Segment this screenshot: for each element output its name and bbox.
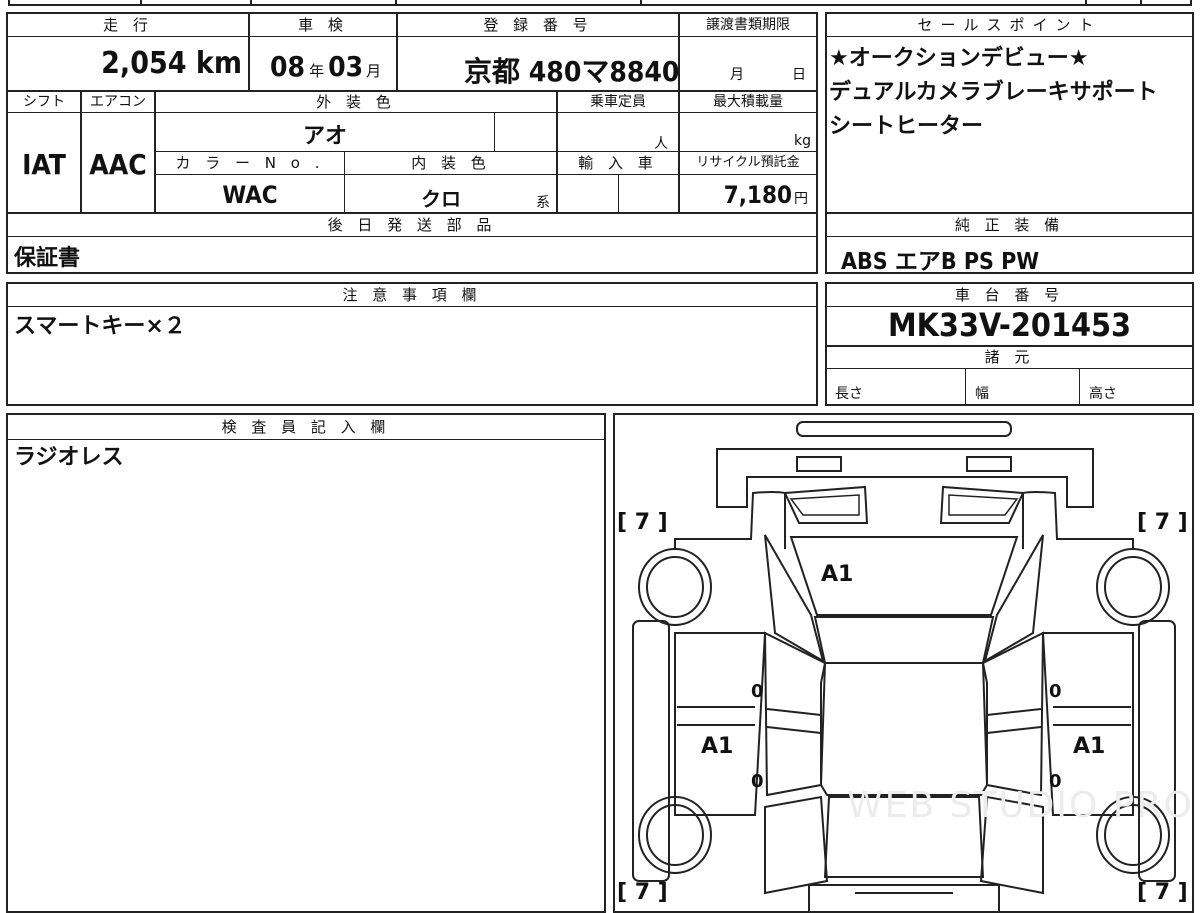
- length-label: 長さ: [835, 386, 863, 402]
- later-parts-value: 保証書: [14, 246, 81, 271]
- aircon-label: エアコン: [90, 94, 146, 110]
- shift-value: IAT: [22, 148, 66, 181]
- specs-label: 諸 元: [984, 348, 1035, 366]
- rear-left-lower-grade: 0: [751, 771, 764, 792]
- deadline-day-unit: 日: [792, 67, 806, 83]
- car-damage-diagram: [ 7 ] [ 7 ] [ 7 ] [ 7 ] A1 0 0 A1 A1 0 0…: [613, 413, 1194, 913]
- sales-point-1: ★オークションデビュー★: [829, 46, 1089, 71]
- front-right-door-grade: 0: [1049, 681, 1062, 702]
- inspector-panel: 検 査 員 記 入 欄 ラジオレス: [6, 413, 606, 913]
- exterior-color-value: アオ: [302, 124, 347, 149]
- windshield-grade: A1: [821, 562, 853, 587]
- inspection-date-value: 08 年 03 月: [270, 50, 382, 83]
- seating-unit: 人: [654, 136, 668, 152]
- registration-label: 登 録 番 号: [483, 16, 593, 34]
- color-no-value: WAC: [222, 181, 278, 209]
- interior-color-label: 内 装 色: [411, 154, 491, 172]
- interior-color-suffix: 系: [536, 195, 550, 211]
- vehicle-info-panel: 走 行 車 検 登 録 番 号 譲渡書類期限 2,054 km 08 年 03 月 京…: [6, 12, 818, 274]
- aircon-value: AAC: [89, 148, 147, 181]
- rear-right-door-grade: A1: [1073, 734, 1105, 759]
- color-no-label: カ ラ ー N o .: [175, 154, 325, 172]
- shift-label: シフト: [23, 94, 65, 110]
- recycle-fee-value: 7,180 円: [723, 181, 808, 209]
- registration-number-value: 京都 480マ8840: [464, 55, 680, 88]
- sales-points-label: セールスポイント: [917, 16, 1102, 34]
- top-strip-divider: [140, 0, 142, 6]
- import-label: 輸 入 車: [578, 154, 658, 172]
- recycle-fee-label: リサイクル預託金: [696, 155, 800, 170]
- top-strip: [8, 0, 1192, 6]
- exterior-color-label: 外 装 色: [316, 93, 396, 111]
- inspector-label: 検 査 員 記 入 欄: [221, 418, 391, 436]
- watermark: WEB STUDIO PRO: [847, 785, 1192, 826]
- notes-value: スマートキー×２: [14, 314, 186, 339]
- sales-points-panel: セールスポイント ★オークションデビュー★ デュアルカメラブレーキサポート シー…: [825, 12, 1194, 275]
- sales-point-2: デュアルカメラブレーキサポート: [829, 80, 1158, 105]
- tire-tread-rear-right: [ 7 ]: [1137, 880, 1188, 905]
- top-strip-divider: [640, 0, 642, 6]
- inspector-note: ラジオレス: [14, 445, 124, 470]
- tire-tread-front-right: [ 7 ]: [1137, 510, 1188, 535]
- tire-tread-front-left: [ 7 ]: [617, 510, 668, 535]
- top-strip-divider: [1085, 0, 1087, 6]
- chassis-no-value: MK33V-201453: [887, 306, 1132, 344]
- tire-tread-rear-left: [ 7 ]: [617, 880, 668, 905]
- deadline-month-unit: 月: [730, 67, 744, 83]
- mileage-label: 走 行: [103, 16, 153, 34]
- max-load-unit: kg: [794, 133, 811, 149]
- inspection-label: 車 検: [298, 16, 348, 34]
- top-strip-divider: [1140, 0, 1142, 6]
- interior-color-value: クロ: [421, 187, 461, 211]
- chassis-no-label: 車 台 番 号: [954, 286, 1065, 304]
- transfer-deadline-label: 譲渡書類期限: [706, 17, 790, 33]
- top-strip-divider: [395, 0, 397, 6]
- width-label: 幅: [975, 386, 989, 402]
- sales-point-3: シートヒーター: [829, 114, 984, 139]
- later-parts-label: 後 日 発 送 部 品: [327, 216, 497, 234]
- seating-label: 乗車定員: [590, 94, 646, 110]
- chassis-panel: 車 台 番 号 MK33V-201453 諸 元 長さ 幅 高さ: [825, 282, 1194, 406]
- notes-panel: 注 意 事 項 欄 スマートキー×２: [6, 282, 818, 406]
- height-label: 高さ: [1089, 386, 1117, 402]
- mileage-value: 2,054 km: [101, 46, 242, 81]
- genuine-equipment-value: ABS エアB PS PW: [841, 249, 1040, 275]
- rear-left-door-grade: A1: [701, 734, 733, 759]
- genuine-equipment-label: 純 正 装 備: [954, 216, 1065, 234]
- top-strip-divider: [250, 0, 252, 6]
- notes-label: 注 意 事 項 欄: [342, 286, 482, 304]
- max-load-label: 最大積載量: [713, 94, 783, 110]
- front-left-door-grade: 0: [751, 681, 764, 702]
